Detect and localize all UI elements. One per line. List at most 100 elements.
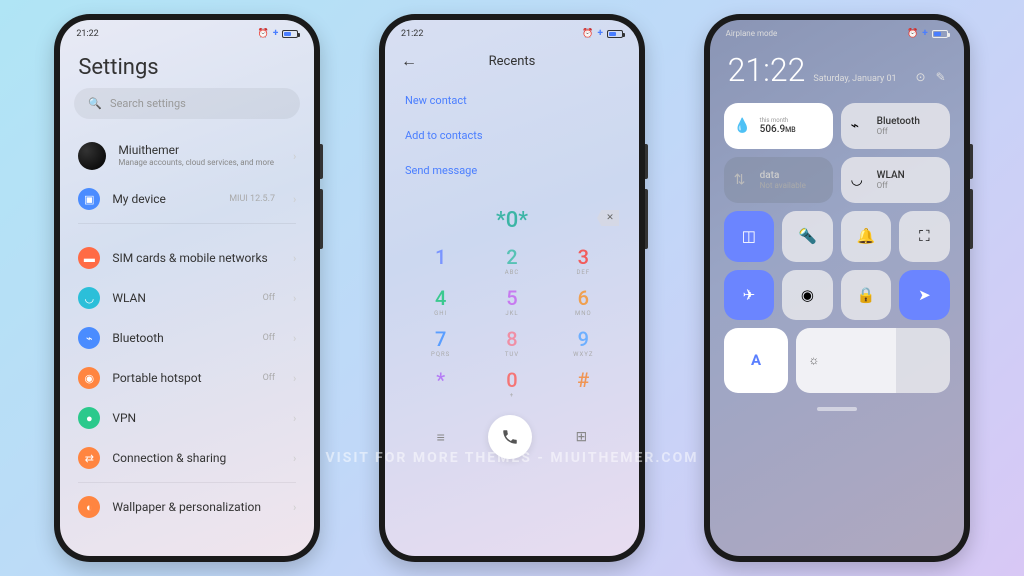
wlan-label: WLAN [112,291,250,305]
key-8[interactable]: 8TUV [487,329,537,358]
darkmode-tile[interactable]: ◉ [782,270,833,321]
chevron-icon: › [293,372,296,385]
avatar [78,142,106,170]
bell-tile[interactable]: 🔔 [841,211,892,262]
edit-icon[interactable]: ✎ [936,70,946,84]
hotspot-label: Portable hotspot [112,371,250,385]
big-time: 21:22 [728,51,806,89]
chevron-icon: › [293,150,296,163]
mobile-state: Not available [760,181,806,190]
bluetooth-icon: ⌁ [851,118,869,134]
connection-row[interactable]: ⇄ Connection & sharing › [60,438,314,478]
screenshot-tile[interactable]: ⛶ [899,211,950,262]
phone-settings: 21:22 ⏰ + Settings 🔍 Search settings Miu… [54,14,320,562]
bt-label: Bluetooth [877,116,920,127]
data-value: 506.9 [760,124,786,135]
key-1[interactable]: 1 [416,247,466,276]
tiles-container: 💧 this month 506.9MB ⌁ Bluetooth Off ⇅ d… [710,103,964,393]
my-device-row[interactable]: ▣ My device MIUI 12.5.7 › [60,179,314,219]
dialer-screen: 21:22 ⏰ + ← Recents New contact Add to c… [385,20,639,556]
watermark: VISIT FOR MORE THEMES - MIUITHEMER.COM [325,450,698,466]
plus-icon: + [598,28,603,39]
new-contact-button[interactable]: New contact [385,83,639,118]
add-contacts-button[interactable]: Add to contacts [385,118,639,153]
miui-version: MIUI 12.5.7 [229,194,275,204]
keypad: 1 2ABC 3DEF 4GHI 5JKL 6MNO 7PQRS 8TUV 9W… [385,241,639,405]
key-star[interactable]: * [416,370,466,399]
wlan-tile[interactable]: ◡ WLAN Off [841,157,950,203]
key-5[interactable]: 5JKL [487,288,537,317]
settings-screen: 21:22 ⏰ + Settings 🔍 Search settings Miu… [60,20,314,556]
data-period: this month [760,117,796,124]
plus-icon: + [273,28,278,39]
airplane-tile[interactable]: ✈ [724,270,775,321]
chevron-icon: › [293,452,296,465]
drag-handle[interactable] [817,407,857,411]
page-title: Settings [60,43,314,88]
divider [78,223,296,224]
grid-button[interactable]: ⊞ [576,429,588,445]
device-icon: ▣ [78,188,100,210]
auto-tile[interactable]: A [724,328,789,393]
settings-icon[interactable]: ⊙ [916,70,926,84]
mobile-label: data [760,170,806,181]
dialer-header: ← Recents [385,43,639,79]
connection-icon: ⇄ [78,447,100,469]
hotspot-row[interactable]: ◉ Portable hotspot Off › [60,358,314,398]
key-hash[interactable]: # [558,370,608,399]
vpn-row[interactable]: ● VPN › [60,398,314,438]
status-bar: 21:22 ⏰ + [60,20,314,43]
bluetooth-tile[interactable]: ⌁ Bluetooth Off [841,103,950,149]
menu-button[interactable]: ≡ [437,429,445,446]
account-row[interactable]: Miuithemer Manage accounts, cloud servic… [60,133,314,179]
account-name: Miuithemer [118,143,281,157]
location-tile[interactable]: ➤ [899,270,950,321]
wallpaper-label: Wallpaper & personalization [112,500,281,514]
chevron-icon: › [293,292,296,305]
status-right: ⏰ + [582,28,623,39]
control-center-screen: Airplane mode ⏰ + 21:22 Saturday, Januar… [710,20,964,556]
key-9[interactable]: 9WXYZ [558,329,608,358]
alarm-icon: ⏰ [258,29,269,39]
dial-display: *0* ✕ [385,192,639,241]
backspace-button[interactable]: ✕ [597,210,619,226]
phone-dialer: 21:22 ⏰ + ← Recents New contact Add to c… [379,14,645,562]
key-0[interactable]: 0+ [487,370,537,399]
mobile-data-tile[interactable]: ⇅ data Not available [724,157,833,203]
hotspot-icon: ◉ [78,367,100,389]
bluetooth-label: Bluetooth [112,331,250,345]
search-placeholder: Search settings [110,97,186,110]
bluetooth-state: Off [263,333,275,343]
key-4[interactable]: 4GHI [416,288,466,317]
battery-icon [607,30,623,38]
key-6[interactable]: 6MNO [558,288,608,317]
flashlight-tile[interactable]: 🔦 [782,211,833,262]
data-icon: ⇅ [734,172,752,188]
wallpaper-row[interactable]: ◐ Wallpaper & personalization › [60,487,314,527]
status-bar: Airplane mode ⏰ + [710,20,964,43]
data-usage-tile[interactable]: 💧 this month 506.9MB [724,103,833,149]
back-button[interactable]: ← [401,51,417,71]
send-message-button[interactable]: Send message [385,153,639,188]
wlan-icon: ◡ [78,287,100,309]
key-7[interactable]: 7PQRS [416,329,466,358]
brightness-slider[interactable]: ☼ [796,328,949,393]
key-3[interactable]: 3DEF [558,247,608,276]
bluetooth-row[interactable]: ⌁ Bluetooth Off › [60,318,314,358]
wlan-row[interactable]: ◡ WLAN Off › [60,278,314,318]
phone-control-center: Airplane mode ⏰ + 21:22 Saturday, Januar… [704,14,970,562]
key-2[interactable]: 2ABC [487,247,537,276]
divider [78,482,296,483]
recents-title: Recents [417,54,607,69]
sim-row[interactable]: ▬ SIM cards & mobile networks › [60,238,314,278]
status-time: 21:22 [401,29,423,39]
search-icon: 🔍 [88,97,102,110]
droplet-icon: 💧 [734,118,752,134]
search-input[interactable]: 🔍 Search settings [74,88,300,119]
header-icons: ⊙ ✎ [916,70,946,84]
bt-state: Off [877,127,920,136]
vibrate-tile[interactable]: ◫ [724,211,775,262]
status-bar: 21:22 ⏰ + [385,20,639,43]
lock-tile[interactable]: 🔒 [841,270,892,321]
hotspot-state: Off [263,373,275,383]
